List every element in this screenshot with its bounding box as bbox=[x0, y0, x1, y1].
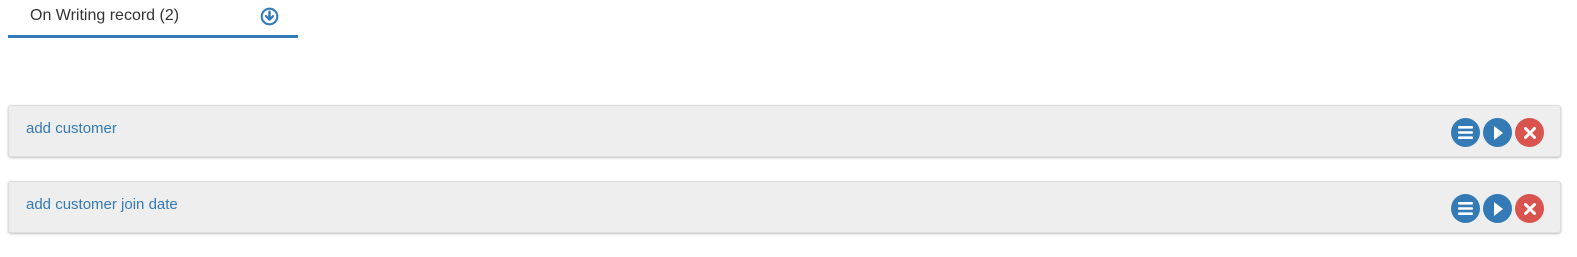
list-icon bbox=[1458, 126, 1473, 139]
list-item: add customer join date bbox=[8, 181, 1561, 233]
record-link[interactable]: add customer bbox=[26, 120, 117, 137]
list-item: add customer bbox=[8, 105, 1561, 157]
list-button[interactable] bbox=[1451, 194, 1480, 223]
record-actions bbox=[1451, 194, 1544, 223]
play-button[interactable] bbox=[1483, 194, 1512, 223]
record-list: add customer add customer join date bbox=[8, 105, 1561, 257]
play-icon bbox=[1493, 125, 1503, 140]
record-actions bbox=[1451, 118, 1544, 147]
list-icon bbox=[1458, 202, 1473, 215]
circle-arrow-down-icon[interactable] bbox=[260, 7, 279, 26]
list-button[interactable] bbox=[1451, 118, 1480, 147]
close-icon bbox=[1523, 126, 1536, 139]
recording-tab[interactable]: On Writing record (2) bbox=[8, 0, 298, 38]
record-link[interactable]: add customer join date bbox=[26, 196, 178, 213]
delete-button[interactable] bbox=[1515, 118, 1544, 147]
delete-button[interactable] bbox=[1515, 194, 1544, 223]
close-icon bbox=[1523, 202, 1536, 215]
play-button[interactable] bbox=[1483, 118, 1512, 147]
tab-title: On Writing record (2) bbox=[30, 7, 180, 24]
play-icon bbox=[1493, 201, 1503, 216]
